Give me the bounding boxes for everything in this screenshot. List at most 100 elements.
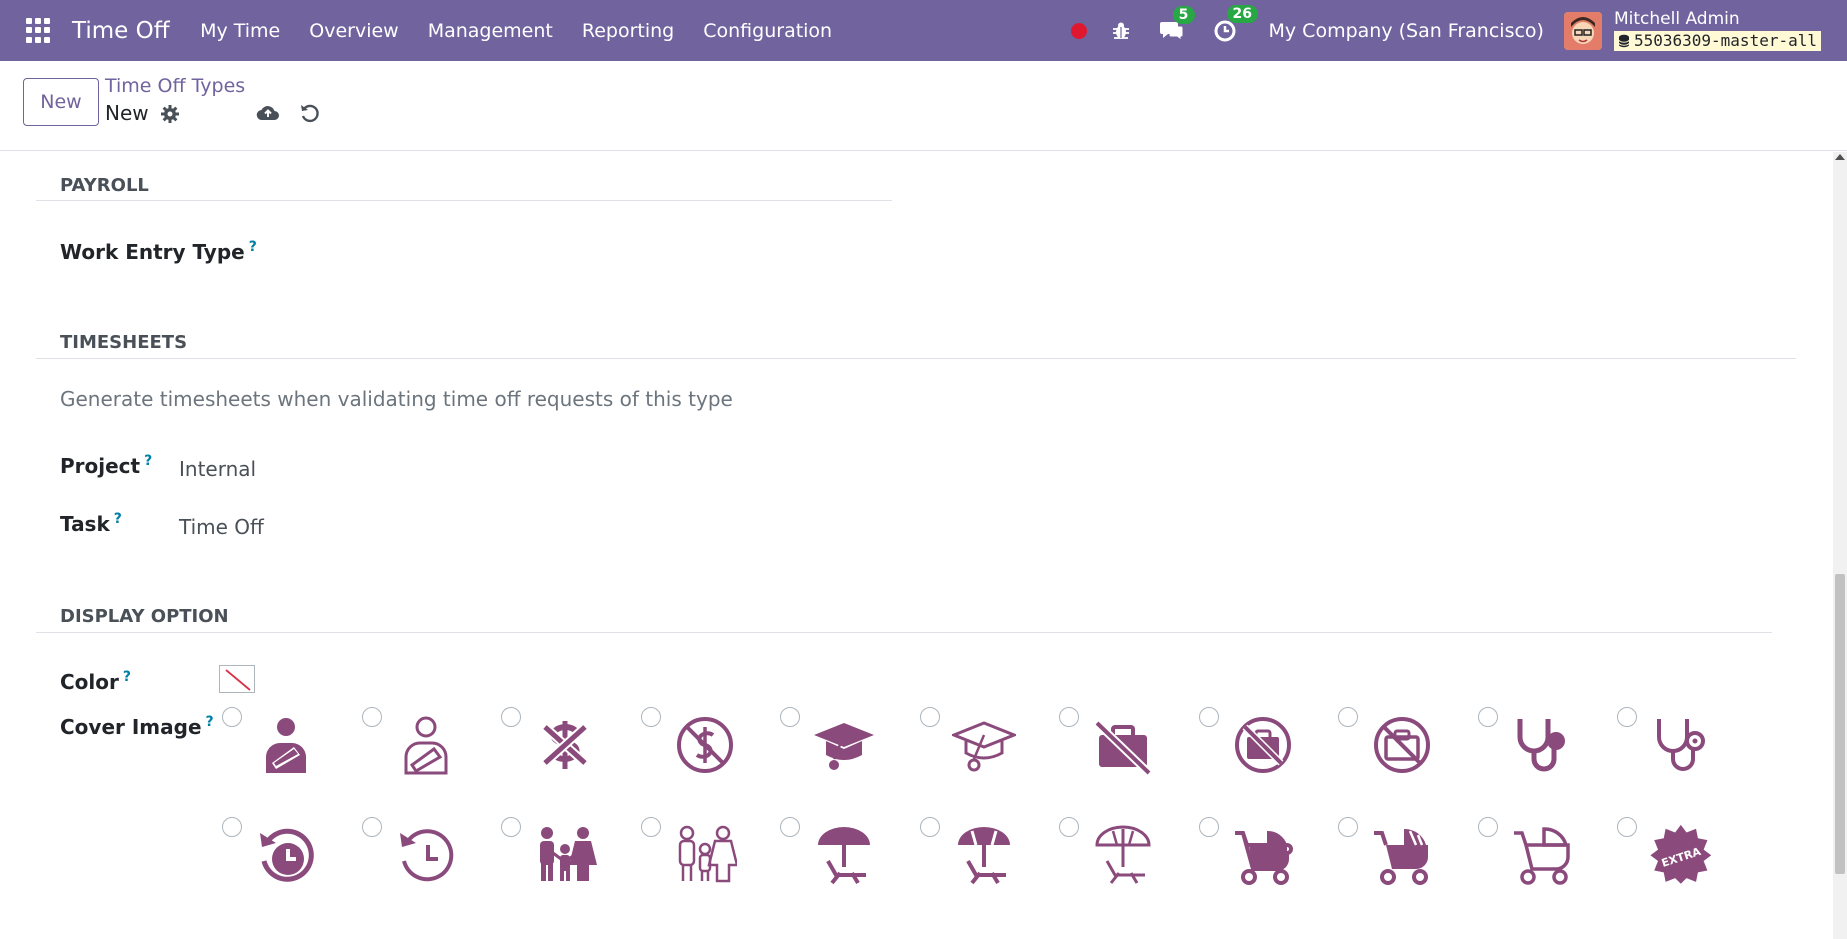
help-tooltip-icon[interactable]: ? [249,239,257,255]
debug-icon[interactable] [1111,21,1131,41]
stroller-striped-icon[interactable] [1370,823,1434,887]
field-label-color: Color? [60,669,132,694]
cover-image-option[interactable] [1198,817,1339,927]
cover-image-option[interactable] [361,707,502,817]
cover-image-option[interactable]: EXTRA [1617,817,1757,927]
breadcrumb-time-off-types[interactable]: Time Off Types [105,75,245,97]
cover-image-option[interactable] [1059,707,1199,817]
help-tooltip-icon[interactable]: ? [123,669,131,685]
family-outline-icon[interactable] [673,823,739,887]
cover-image-radio[interactable] [1477,817,1498,837]
menu-management[interactable]: Management [413,20,567,42]
discard-undo-icon[interactable] [299,102,321,128]
cover-image-option[interactable] [501,707,641,817]
beach-chair-filled-icon[interactable] [812,823,876,887]
cover-image-option[interactable] [222,707,362,817]
help-tooltip-icon[interactable]: ? [114,511,122,527]
cover-image-radio[interactable] [919,817,940,837]
cover-image-radio[interactable] [780,817,800,837]
project-field[interactable]: Internal [179,457,256,481]
user-menu[interactable]: Mitchell Admin 55036309-master-all [1613,10,1821,51]
company-switcher[interactable]: My Company (San Francisco) [1269,20,1544,42]
messages-icon[interactable]: 5 [1159,5,1195,42]
no-briefcase-circle-filled-icon[interactable] [1231,713,1295,777]
control-panel: New Time Off Types New [0,61,1847,151]
stethoscope-filled-icon[interactable] [1510,713,1574,777]
database-badge: 55036309-master-all [1613,31,1821,51]
injured-arm-outline-icon[interactable] [394,713,458,777]
new-button[interactable]: New [23,78,99,126]
cover-image-option[interactable] [1477,707,1618,817]
cover-image-option[interactable] [919,707,1060,817]
no-briefcase-circle-outline-icon[interactable] [1370,713,1434,777]
activities-icon[interactable]: 26 [1213,4,1258,43]
extra-badge-icon[interactable]: EXTRA [1649,823,1713,887]
gear-icon[interactable] [160,104,180,128]
cover-image-radio[interactable] [361,817,382,837]
cover-image-radio[interactable] [640,817,661,837]
cover-image-radio[interactable] [1617,817,1637,837]
menu-overview[interactable]: Overview [295,20,413,42]
cover-image-radio[interactable] [1338,817,1358,837]
graduation-cap-outline-icon[interactable] [949,713,1018,777]
task-field[interactable]: Time Off [179,515,264,539]
cover-image-radio[interactable] [222,707,242,727]
cover-image-option[interactable] [780,707,920,817]
cover-image-radio[interactable] [1338,707,1358,727]
stroller-outline-icon[interactable] [1510,823,1574,887]
cover-image-option[interactable] [1198,707,1339,817]
family-filled-icon[interactable] [533,823,597,887]
scrollbar-thumb[interactable] [1835,574,1845,874]
cover-image-radio[interactable] [1198,707,1219,727]
color-picker[interactable] [219,665,255,693]
app-name[interactable]: Time Off [72,18,170,44]
graduation-cap-filled-icon[interactable] [812,713,876,777]
cover-image-option[interactable] [640,817,781,927]
cover-image-option[interactable] [361,817,502,927]
help-tooltip-icon[interactable]: ? [206,714,214,730]
cover-image-option[interactable] [919,817,1060,927]
cover-image-option[interactable] [1059,817,1199,927]
cover-image-radio[interactable] [361,707,382,727]
no-money-filled-icon[interactable] [533,713,597,777]
database-name: 55036309-master-all [1633,31,1817,51]
cover-image-radio[interactable] [1617,707,1637,727]
cover-image-option[interactable] [1338,707,1478,817]
user-avatar[interactable] [1563,11,1602,50]
cover-image-option[interactable] [1617,707,1757,817]
no-briefcase-filled-icon[interactable] [1091,713,1155,777]
cover-image-radio[interactable] [1198,817,1219,837]
cover-image-radio[interactable] [640,707,661,727]
vertical-scrollbar[interactable] [1833,152,1847,939]
stethoscope-outline-icon[interactable] [1649,713,1713,777]
cover-image-option[interactable] [222,817,362,927]
cover-image-radio[interactable] [1059,707,1079,727]
cover-image-option[interactable] [780,817,920,927]
cover-image-radio[interactable] [1059,817,1079,837]
stroller-filled-icon[interactable] [1231,823,1295,887]
cover-image-radio[interactable] [222,817,242,837]
history-filled-icon[interactable] [254,823,318,887]
history-outline-icon[interactable] [394,823,458,887]
cover-image-radio[interactable] [1477,707,1498,727]
injured-arm-filled-icon[interactable] [254,713,318,777]
beach-chair-striped-icon[interactable] [952,823,1016,887]
cover-image-radio[interactable] [780,707,800,727]
menu-reporting[interactable]: Reporting [567,20,688,42]
cover-image-option[interactable] [640,707,781,817]
cover-image-radio[interactable] [501,707,521,727]
menu-configuration[interactable]: Configuration [689,20,847,42]
cover-image-radio[interactable] [501,817,521,837]
cover-image-option[interactable] [1477,817,1618,927]
help-tooltip-icon[interactable]: ? [144,453,152,469]
record-indicator-icon[interactable] [1070,22,1087,39]
menu-my-time[interactable]: My Time [186,20,295,42]
cover-image-option[interactable] [1338,817,1478,927]
cover-image-option[interactable] [501,817,641,927]
save-cloud-icon[interactable] [256,103,280,127]
no-money-circle-icon[interactable] [673,713,737,777]
scroll-up-arrow-icon[interactable] [1835,154,1845,160]
beach-chair-outline-icon[interactable] [1091,823,1155,887]
app-menu-icon[interactable] [26,17,52,44]
cover-image-radio[interactable] [919,707,940,727]
